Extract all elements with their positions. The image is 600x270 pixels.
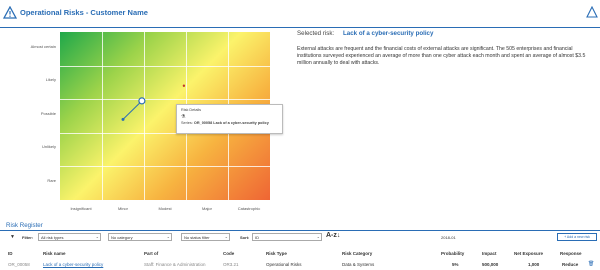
chevron-down-icon: ⌄ (166, 234, 170, 239)
filter-icon: ▼ (10, 234, 15, 240)
category-value: No category (111, 235, 133, 240)
column-header[interactable]: Probability (441, 251, 464, 256)
risk-trajectory-line (122, 100, 143, 120)
trash-icon[interactable]: 🗑 (588, 261, 594, 267)
risk-code: OR3.21 (223, 262, 239, 267)
warning-icon (3, 6, 17, 19)
sort-value: ID (255, 235, 259, 240)
sort-direction-icon[interactable]: A-z↓ (326, 232, 340, 239)
column-header[interactable]: Impact (482, 251, 497, 256)
page-header: Operational Risks - Customer Name (0, 0, 600, 28)
risk-type-select[interactable]: All risk types ⌄ (38, 233, 101, 241)
column-header[interactable]: Code (223, 251, 234, 256)
risk-impact: 500,000 (482, 262, 499, 267)
risk-name-link[interactable]: Lack of a cyber-security policy (43, 262, 103, 267)
chevron-down-icon: ⌄ (316, 234, 320, 239)
tooltip-series-label: Series: (181, 121, 193, 125)
y-tick-label: Almost certain (30, 44, 56, 49)
risk-id: OR_00058 (8, 262, 30, 267)
selected-risk-label: Selected risk: (297, 30, 335, 37)
column-header[interactable]: Net Exposure (514, 251, 543, 256)
x-tick-label: Minor (117, 206, 128, 211)
tooltip-series: Series: OR_00058 Lack of a cyber-securit… (181, 121, 278, 125)
table-header: ID Risk name Part of Code Risk Type Risk… (0, 250, 600, 259)
column-header[interactable]: Risk Type (266, 251, 287, 256)
risk-icon: ⚗ (181, 114, 186, 120)
y-tick-label: Likely (45, 77, 56, 82)
register-title: Risk Register (6, 222, 43, 229)
risk-point[interactable] (121, 117, 125, 121)
column-header[interactable]: Response (560, 251, 582, 256)
risk-point[interactable] (182, 84, 186, 87)
column-header[interactable]: Risk name (43, 251, 66, 256)
risk-part-of: Staff: Finance & Administration (144, 262, 206, 267)
chevron-down-icon: ⌄ (95, 234, 99, 239)
selected-risk-description: External attacks are frequent and the fi… (297, 46, 586, 67)
y-tick-label: Rare (47, 178, 56, 183)
register-divider (0, 230, 600, 231)
sort-select[interactable]: ID ⌄ (252, 233, 322, 241)
risk-type-value: All risk types (41, 235, 64, 240)
risk-tooltip: Risk Details ⚗ Series: OR_00058 Lack of … (176, 104, 283, 134)
add-risk-button[interactable]: + Add a new risk (557, 233, 597, 241)
tooltip-title: Risk Details (181, 108, 202, 112)
tooltip-series-value: OR_00058 Lack of a cyber-security policy (193, 121, 269, 125)
register-toolbar: ▼ Filter: All risk types ⌄ No category ⌄… (0, 232, 600, 243)
x-tick-label: Major (201, 206, 212, 211)
filter-label: Filter: (22, 235, 34, 240)
column-header[interactable]: ID (8, 251, 13, 256)
status-select[interactable]: No status filter ⌄ (181, 233, 230, 241)
y-tick-label: Possible (40, 111, 56, 116)
risk-type: Operational Risks (266, 262, 302, 267)
x-tick-label: Modest (158, 206, 172, 211)
risk-point[interactable] (138, 97, 146, 105)
risk-probability: 5% (452, 262, 459, 267)
x-tick-label: Insignificant (70, 206, 92, 211)
risk-net-exposure: 1,000 (528, 262, 540, 267)
selected-risk-name[interactable]: Lack of a cyber-security policy (343, 30, 433, 37)
alert-icon[interactable] (586, 6, 598, 18)
x-tick-label: Catastrophic (237, 206, 261, 211)
column-header[interactable]: Risk Category (342, 251, 372, 256)
status-value: No status filter (184, 235, 210, 240)
chevron-down-icon: ⌄ (224, 234, 228, 239)
column-header[interactable]: Part of (144, 251, 158, 256)
table-row[interactable]: OR_00058 Lack of a cyber-security policy… (0, 260, 600, 270)
category-select[interactable]: No category ⌄ (108, 233, 172, 241)
period-date: 2018-01 (441, 235, 456, 240)
page-title: Operational Risks - Customer Name (20, 8, 148, 17)
risk-response: Reduce (562, 262, 579, 267)
sort-label: Sort: (240, 235, 250, 240)
risk-category: Data & Systems (342, 262, 375, 267)
y-tick-label: Unlikely (41, 144, 56, 149)
